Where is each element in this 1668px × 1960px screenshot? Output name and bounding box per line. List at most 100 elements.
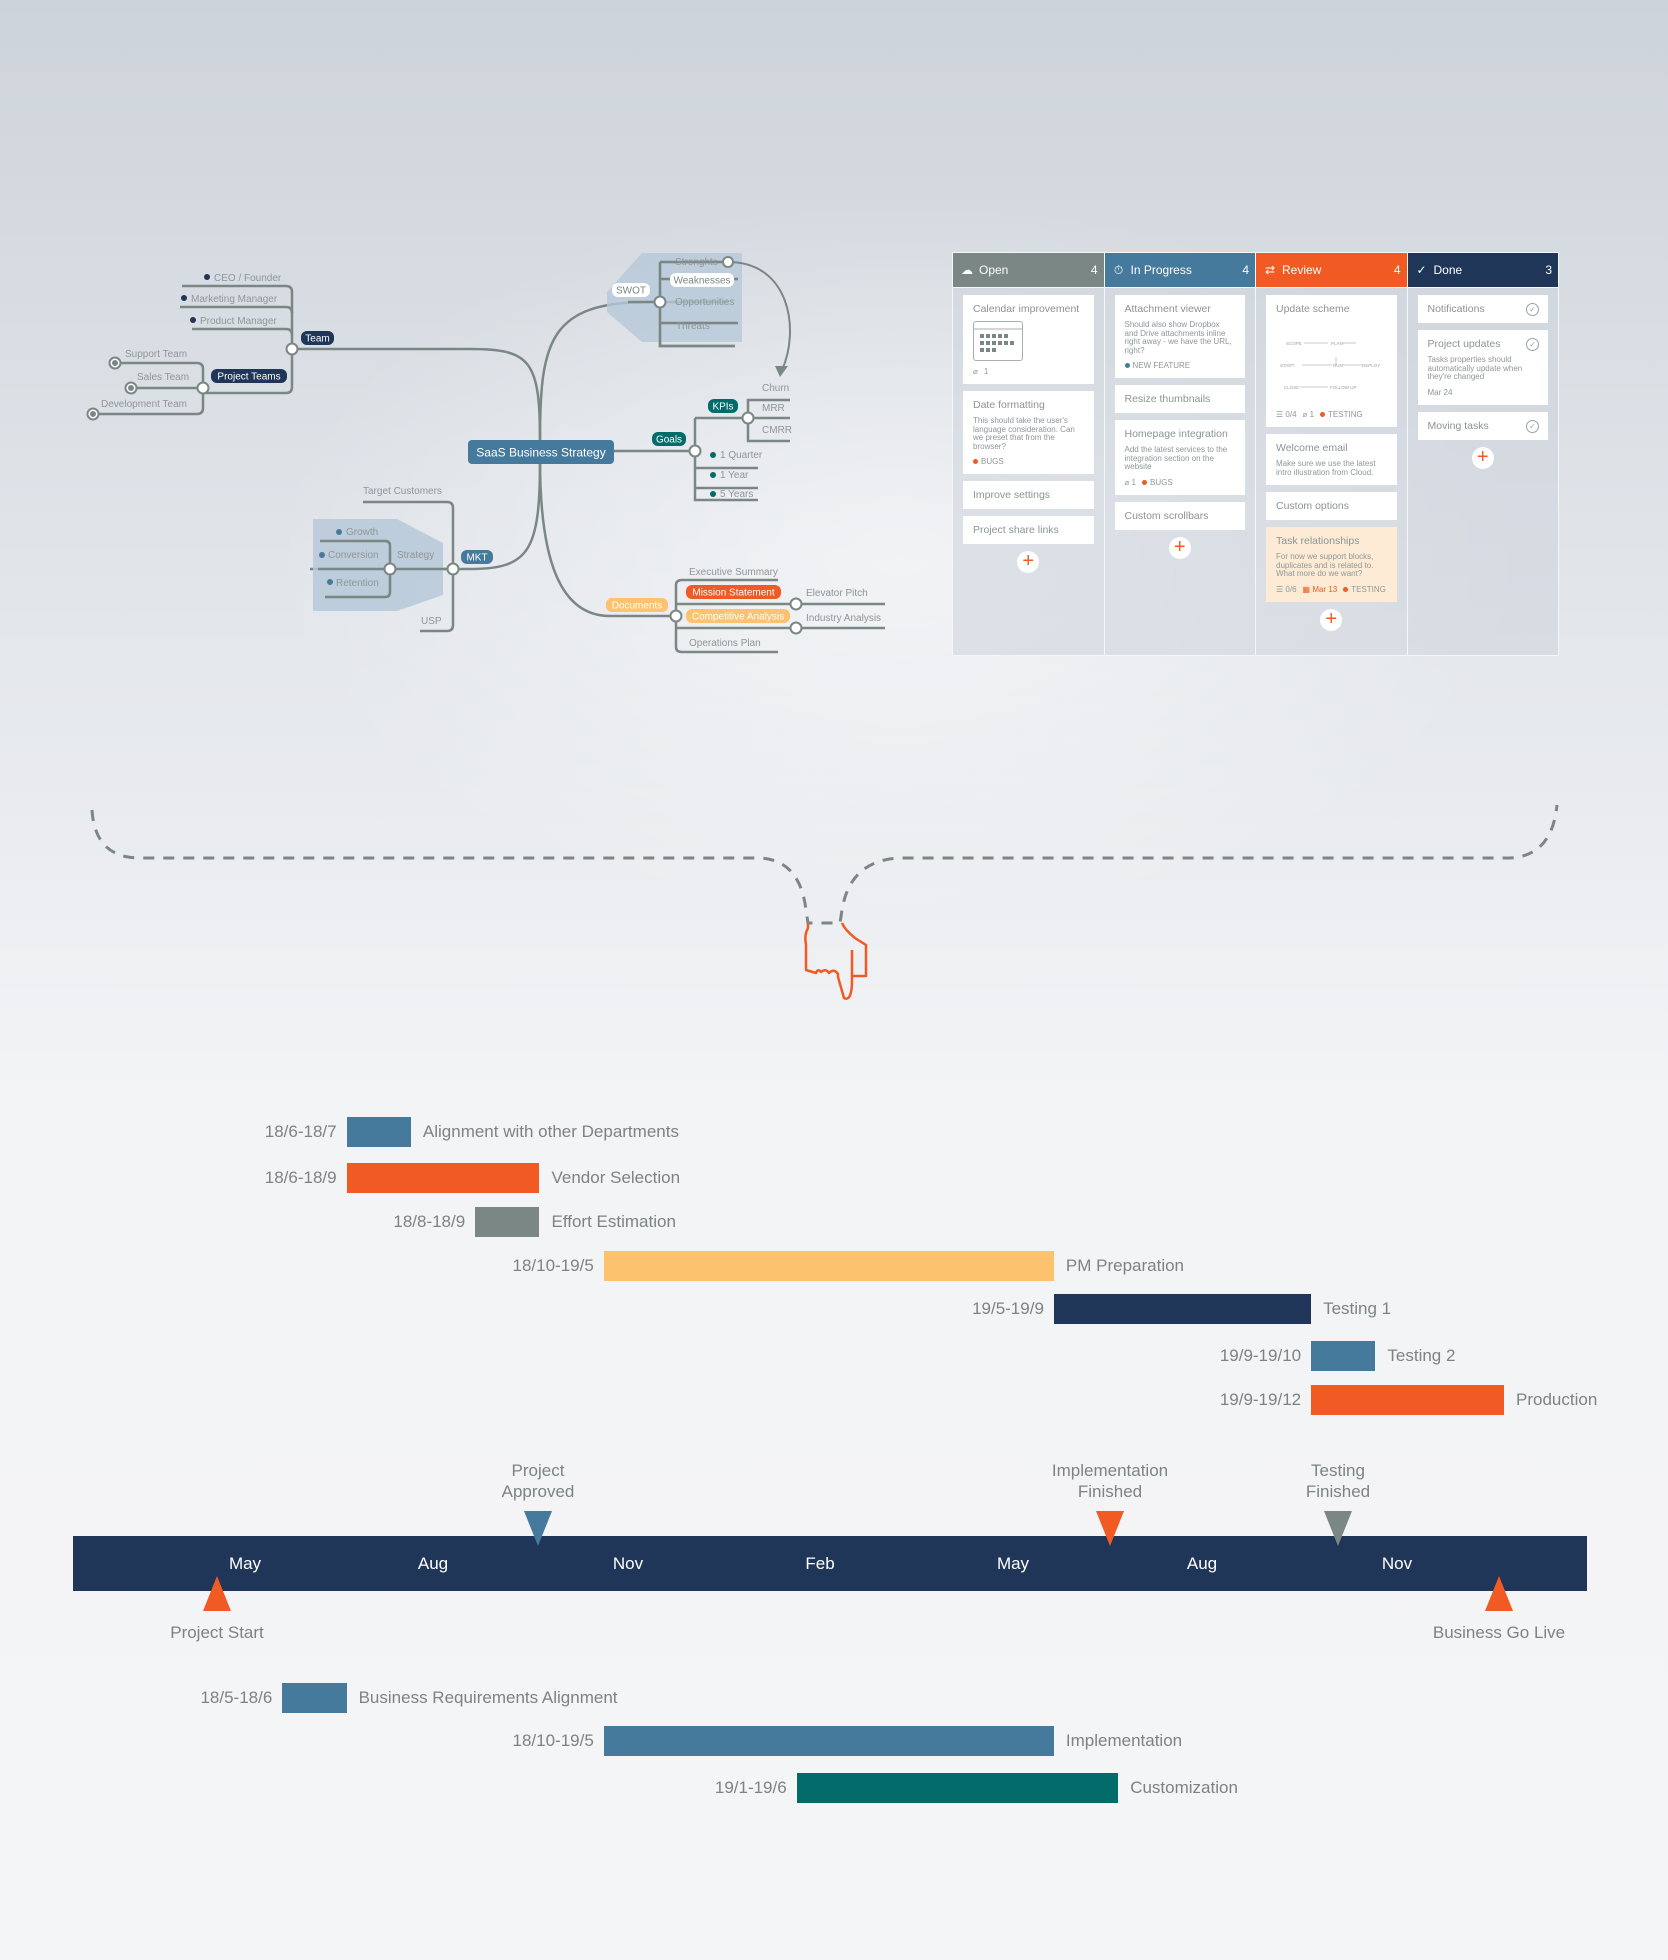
milestone-marker-up[interactable] [1485,1576,1513,1611]
task-card[interactable]: Custom scrollbars [1114,501,1245,530]
team-member: Marketing Manager [191,294,278,305]
milestone-marker-down[interactable] [1324,1511,1352,1546]
column-count: 3 [1545,263,1552,277]
column-header[interactable]: ✓ Done 3 [1407,253,1558,288]
add-card-button[interactable]: + [1017,551,1040,573]
task-card[interactable]: Notifications ✓ [1417,295,1548,323]
calendar-icon: ▦ [1302,584,1313,594]
node-project-teams[interactable]: Project Teams [217,372,280,383]
card-title: Project updates [1427,338,1501,350]
node-team[interactable]: Team [305,334,329,345]
tag-dot-icon [1343,586,1349,592]
column-header[interactable]: ⇄ Review 4 [1256,253,1407,288]
card-title: Date formatting [973,399,1045,411]
milestone-label: Project Start [170,1623,264,1642]
attachment-count: 1 [1309,410,1315,419]
column-header[interactable]: ☁ Open 4 [953,253,1104,288]
milestone-marker-down[interactable] [524,1511,552,1546]
task-card-highlighted[interactable]: Task relationships For now we support bl… [1266,527,1397,602]
task-bar[interactable] [1053,1294,1312,1324]
column-open: ☁ Open 4 Calendar improvement ⌀ 1 Date fo… [953,253,1105,655]
check-circle-icon: ✓ [1416,263,1427,277]
task-range-label: 19/9-19/10 [1219,1346,1302,1365]
task-card[interactable]: Resize thumbnails [1114,385,1245,413]
card-title: Resize thumbnails [1124,393,1211,405]
milestone-label: Project Approved [501,1461,575,1501]
node-root[interactable]: SaaS Business Strategy [476,446,605,460]
goal-horizon: 1 Year [720,470,749,481]
check-circle-icon[interactable]: ✓ [1526,303,1539,316]
swot-item: Threats [676,321,710,332]
task-card[interactable]: Update scheme SCOPE PLAN START RUN DEPLO… [1266,295,1397,427]
task-card[interactable]: Project share links [963,516,1094,544]
paperclip-icon: ⌀ [973,367,978,376]
task-range-label: 18/6-18/9 [264,1168,337,1187]
svg-text:RUN: RUN [1333,363,1343,368]
node-documents[interactable]: Documents [612,601,663,612]
svg-text:SCOPE: SCOPE [1286,341,1302,346]
node-goals[interactable]: Goals [656,435,682,446]
milestone-marker-down[interactable] [1096,1511,1124,1546]
column-title: Review [1282,263,1322,277]
connector-bracket [90,804,1559,1000]
check-circle-icon[interactable]: ✓ [1526,419,1539,433]
card-title: Custom scrollbars [1124,509,1209,522]
checklist-icon: ☰ [1276,410,1286,419]
task-card[interactable]: Project updates ✓ Tasks properties shoul… [1417,330,1548,405]
task-bar[interactable] [282,1683,347,1713]
add-card-button[interactable]: + [1320,608,1343,631]
task-bar[interactable] [1311,1341,1376,1371]
task-card[interactable]: Welcome email Make sure we use the lates… [1266,434,1397,485]
task-bar[interactable] [475,1207,540,1237]
task-card[interactable]: Improve settings [963,481,1094,509]
kanban-board: ☁ Open 4 Calendar improvement ⌀ 1 Date fo… [952,252,1559,656]
paperclip-icon: ⌀ [1302,410,1310,419]
task-bar[interactable] [346,1163,540,1193]
task-card[interactable]: Date formatting This should take the use… [963,391,1094,474]
month-tick-label: May [996,1554,1030,1573]
task-name-label: Effort Estimation [551,1212,676,1231]
node-mkt[interactable]: MKT [466,553,487,564]
tag-dot-icon [1124,363,1130,369]
node-swot[interactable]: SWOT [616,286,646,297]
month-tick-label: Aug [417,1554,449,1573]
checklist-icon: ☰ [1276,584,1286,594]
task-name-label: Customization [1130,1778,1238,1797]
document-competitive-analysis[interactable]: Competitive Analysis [692,612,784,623]
task-name-label: Vendor Selection [551,1168,681,1187]
card-title: Moving tasks [1427,419,1489,432]
task-card[interactable]: Attachment viewer Should also show Dropb… [1114,295,1245,378]
swot-item: Opportunities [675,297,734,308]
paperclip-icon: ⌀ [1124,477,1132,487]
add-card-button[interactable]: + [1471,446,1494,469]
month-tick-label: May [228,1554,262,1573]
month-tick-label: Feb [805,1554,835,1573]
task-card[interactable]: Custom options [1266,492,1397,520]
svg-text:CLOSE: CLOSE [1284,385,1299,390]
svg-text:PLAN: PLAN [1331,341,1343,346]
task-bar[interactable] [1311,1385,1504,1415]
checklist-count: 0/4 [1285,410,1297,419]
card-title: Task relationships [1276,535,1360,547]
swot-item-weaknesses[interactable]: Weaknesses [673,276,730,287]
kpi-item: MRR [762,403,785,414]
document-mission-statement[interactable]: Mission Statement [692,588,774,599]
task-name-label: PM Preparation [1065,1256,1185,1275]
task-bar[interactable] [796,1773,1119,1803]
task-bar[interactable] [346,1117,411,1147]
task-bar[interactable] [603,1251,1054,1281]
card-description: For now we support blocks, duplicates an… [1276,552,1374,578]
check-circle-icon[interactable]: ✓ [1526,338,1539,351]
month-tick-label: Aug [1186,1554,1218,1573]
milestone-marker-up[interactable] [203,1576,231,1611]
task-name-label: Testing 2 [1387,1346,1456,1365]
node-kpis[interactable]: KPIs [712,402,733,413]
task-card[interactable]: Moving tasks ✓ [1417,411,1548,440]
mind-map: CEO / Founder Marketing Manager Product … [86,253,885,654]
swot-item: Strenghts [675,257,718,268]
task-card[interactable]: Calendar improvement ⌀ 1 [963,295,1094,384]
task-card[interactable]: Homepage integration Add the latest serv… [1114,420,1245,495]
column-header[interactable]: ⏱ In Progress 4 [1104,253,1255,288]
task-bar[interactable] [603,1726,1054,1756]
add-card-button[interactable]: + [1168,536,1191,559]
